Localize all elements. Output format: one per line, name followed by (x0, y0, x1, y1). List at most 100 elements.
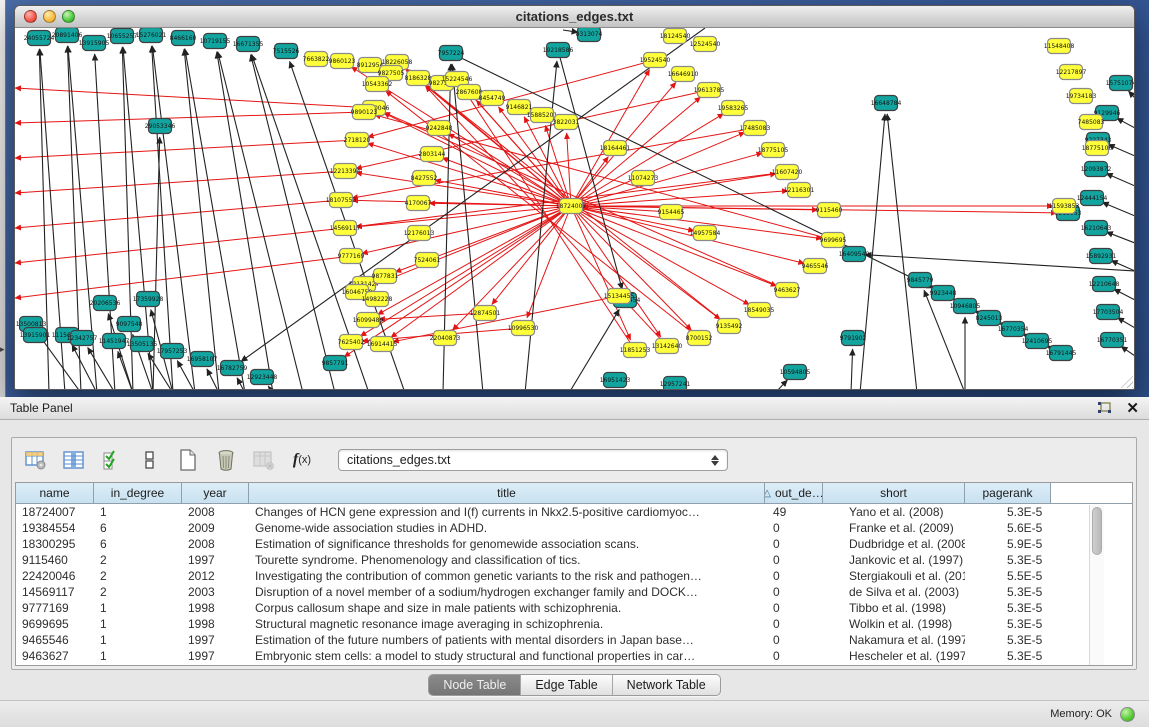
graph-node[interactable]: 12213394 (330, 164, 361, 179)
scrollbar-thumb[interactable] (1092, 507, 1102, 555)
graph-edge[interactable] (571, 206, 691, 330)
graph-node[interactable]: 17359928 (133, 292, 164, 307)
graph-node[interactable]: 10594805 (780, 365, 811, 380)
graph-node[interactable]: 9777169 (338, 249, 365, 264)
graph-node[interactable]: 16951423 (600, 373, 631, 388)
graph-node[interactable]: 10946805 (950, 299, 981, 314)
graph-node[interactable]: 18164461 (600, 141, 631, 156)
graph-edge[interactable] (1102, 202, 1134, 216)
graph-node[interactable]: 17703504 (1093, 305, 1124, 320)
graph-node[interactable]: 14957584 (690, 226, 721, 241)
graph-node[interactable]: 8313074 (576, 28, 603, 42)
table-row[interactable]: 911546021997Tourette syndrome. Phenomeno… (16, 552, 1132, 568)
import-table-button[interactable] (252, 448, 276, 472)
graph-edge[interactable] (571, 206, 804, 263)
graph-node[interactable]: 10719155 (200, 34, 231, 49)
column-header-short[interactable]: short (823, 483, 965, 503)
graph-edge[interactable] (356, 90, 709, 169)
table-selector-dropdown[interactable]: citations_edges.txt (338, 449, 728, 471)
row-height-button[interactable] (138, 448, 162, 472)
graph-node[interactable]: 18775105 (758, 143, 789, 158)
network-canvas[interactable]: 1872400724055724208914061391590510655257… (15, 28, 1134, 389)
graph-node[interactable]: 19583265 (718, 101, 749, 116)
graph-node[interactable]: 8466160 (170, 31, 197, 46)
graph-node[interactable]: 7663822 (303, 52, 330, 67)
graph-node[interactable]: 9923448 (930, 286, 957, 301)
graph-node[interactable]: 2803144 (419, 147, 446, 162)
column-header-year[interactable]: year (182, 483, 249, 503)
graph-node[interactable]: 15276021 (136, 28, 167, 43)
graph-node[interactable]: 16958107 (187, 352, 218, 367)
graph-node[interactable]: 18124540 (660, 29, 691, 44)
graph-node[interactable]: 24055724 (24, 31, 55, 46)
graph-node[interactable]: 19218586 (543, 43, 574, 58)
panel-collapse-arrow[interactable]: ▸ (0, 344, 5, 355)
graph-edge[interactable] (571, 206, 720, 319)
table-row[interactable]: 1830029562008Estimation of significance … (16, 536, 1132, 552)
graph-node[interactable]: 9097548 (116, 317, 143, 332)
graph-node[interactable]: 29053346 (145, 119, 176, 134)
column-header-name[interactable]: name (16, 483, 94, 503)
graph-edge[interactable] (218, 52, 303, 389)
graph-node[interactable]: 16770354 (998, 322, 1029, 337)
graph-node[interactable]: 16210643 (1081, 221, 1112, 236)
graph-node[interactable]: 11593853 (1049, 199, 1080, 214)
graph-edge[interactable] (571, 206, 661, 337)
graph-edge[interactable] (851, 349, 853, 389)
graph-edge[interactable] (558, 50, 622, 289)
graph-node[interactable]: 12524540 (690, 37, 721, 52)
graph-node[interactable]: 19734183 (1066, 89, 1097, 104)
column-header-title[interactable]: title (249, 483, 765, 503)
graph-node[interactable]: 22040873 (430, 331, 461, 346)
graph-node[interactable]: 11548408 (1044, 39, 1075, 54)
graph-edge[interactable] (15, 140, 357, 158)
graph-node[interactable]: 13505135 (127, 337, 158, 352)
graph-edge[interactable] (571, 114, 724, 206)
window-titlebar[interactable]: citations_edges.txt (15, 6, 1134, 28)
graph-edge[interactable] (368, 143, 571, 206)
table-row[interactable]: 1872400712008Changes of HCN gene express… (16, 504, 1132, 520)
graph-edge[interactable] (571, 153, 762, 206)
graph-node[interactable]: 16648784 (871, 96, 902, 111)
column-header-in_degree[interactable]: in_degree (94, 483, 182, 503)
graph-edge[interactable] (15, 200, 341, 228)
graph-node[interactable]: 12923448 (247, 370, 278, 385)
graph-edge[interactable] (571, 174, 776, 206)
table-row[interactable]: 1456911722003Disruption of a novel membe… (16, 584, 1132, 600)
graph-node[interactable]: 16782759 (217, 361, 248, 376)
graph-node[interactable]: 17957253 (157, 344, 188, 359)
close-window-button[interactable] (24, 10, 37, 23)
graph-node[interactable]: 14569117 (330, 221, 361, 236)
graph-node[interactable]: 9154465 (658, 205, 685, 220)
tab-network-table[interactable]: Network Table (613, 675, 720, 695)
graph-node[interactable]: 15134455 (604, 289, 635, 304)
graph-node[interactable]: 8427552 (411, 171, 438, 186)
graph-node[interactable]: 11607420 (772, 165, 803, 180)
table-row[interactable]: 2242004622012Investigating the contribut… (16, 568, 1132, 584)
graph-node[interactable]: 9135492 (716, 319, 743, 334)
table-mode-button[interactable] (24, 448, 48, 472)
graph-node[interactable]: 7957224 (438, 46, 465, 61)
graph-edge[interactable] (1121, 346, 1134, 356)
graph-node[interactable]: 16671355 (233, 37, 264, 52)
float-panel-icon[interactable] (1096, 401, 1112, 415)
graph-edge[interactable] (384, 112, 787, 290)
graph-node[interactable]: 10543362 (362, 77, 393, 92)
create-column-button[interactable] (176, 448, 200, 472)
graph-node[interactable]: 10655257 (107, 29, 138, 44)
graph-node[interactable]: 13915901 (20, 328, 51, 343)
graph-node[interactable]: 12410695 (1022, 334, 1053, 349)
graph-node[interactable]: 9465546 (802, 259, 829, 274)
graph-node[interactable]: 18724007 (556, 199, 587, 214)
graph-node[interactable]: 9860123 (329, 54, 356, 69)
graph-node[interactable]: 3822031 (553, 115, 580, 130)
graph-edge[interactable] (1117, 318, 1134, 328)
show-columns-button[interactable] (62, 448, 86, 472)
graph-edge[interactable] (571, 97, 701, 206)
table-row[interactable]: 977716911998Corpus callosum shape and si… (16, 600, 1132, 616)
graph-node[interactable]: 16914415 (367, 337, 398, 352)
graph-node[interactable]: 8245013 (976, 311, 1003, 326)
graph-node[interactable]: 12444154 (1077, 191, 1108, 206)
graph-node[interactable]: 16646910 (668, 67, 699, 82)
graph-edge[interactable] (1117, 118, 1134, 128)
